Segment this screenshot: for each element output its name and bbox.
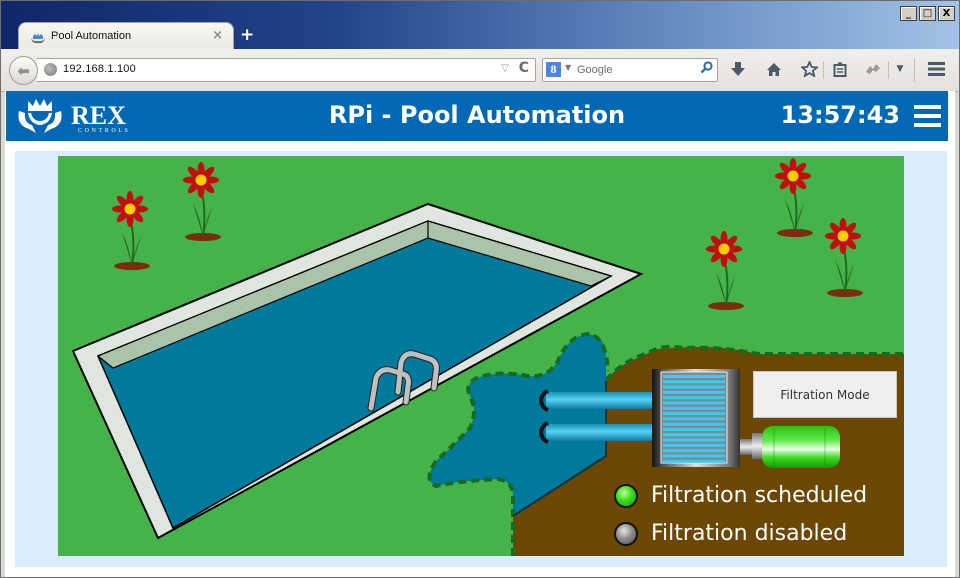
- toolbar-separator: [888, 61, 889, 79]
- filter-slat: [663, 433, 725, 437]
- home-icon[interactable]: [764, 59, 784, 79]
- minimize-button[interactable]: _: [900, 6, 917, 21]
- filter-slat: [663, 428, 725, 431]
- url-dropdown-icon[interactable]: ▽: [501, 63, 509, 74]
- overflow-dropdown-icon[interactable]: ▼: [894, 59, 906, 79]
- extension-icon[interactable]: [863, 59, 883, 79]
- filter-slat: [663, 406, 725, 410]
- maximize-button[interactable]: □: [919, 6, 936, 21]
- window-controls: _ □ X: [900, 6, 955, 21]
- status-led-on-icon: [614, 483, 638, 508]
- filter-slat: [663, 417, 725, 421]
- filter-slat: [663, 375, 725, 378]
- new-tab-button[interactable]: +: [240, 25, 254, 45]
- sand-filter: [652, 369, 740, 467]
- filter-slat: [663, 454, 725, 458]
- filter-slat: [663, 390, 725, 394]
- filter-slat: [663, 422, 725, 426]
- web-app: REX CONTROLS RPi - Pool Automation 13:57…: [5, 91, 955, 577]
- reading-list-icon[interactable]: [831, 59, 849, 79]
- status-filtration-disabled: Filtration disabled: [614, 521, 847, 546]
- filter-slat: [663, 459, 725, 463]
- search-engine-icon[interactable]: 8: [546, 62, 561, 77]
- tab-title: Pool Automation: [51, 30, 132, 42]
- content-panel: Filtration Mode Filtration scheduled Fil…: [15, 151, 947, 567]
- pool-scene: Filtration Mode Filtration scheduled Fil…: [58, 156, 904, 556]
- back-button[interactable]: ⬅: [9, 56, 38, 85]
- search-bar[interactable]: 8 ▼ Google: [542, 58, 718, 82]
- filter-slat: [663, 396, 725, 400]
- search-go-icon[interactable]: [700, 61, 713, 78]
- filter-slat: [663, 385, 725, 389]
- search-input[interactable]: Google: [577, 64, 612, 76]
- status-label: Filtration disabled: [651, 521, 848, 546]
- status-filtration-scheduled: Filtration scheduled: [614, 483, 867, 508]
- clock: 13:57:43: [780, 101, 900, 129]
- toolbar-separator: [914, 58, 915, 82]
- toolbar-separator: [823, 61, 824, 79]
- tab-pool-automation[interactable]: Pool Automation ×: [18, 22, 234, 50]
- rex-favicon-icon: [30, 30, 46, 49]
- close-tab-icon[interactable]: ×: [212, 28, 223, 43]
- status-led-off-icon: [614, 521, 638, 546]
- browser-window: _ □ X Pool Automation × + 192.168.1.100 …: [0, 0, 960, 578]
- downloads-icon[interactable]: [729, 59, 747, 79]
- close-window-button[interactable]: X: [938, 6, 955, 21]
- filter-slat: [663, 412, 725, 416]
- url-input[interactable]: 192.168.1.100: [63, 63, 136, 75]
- url-bar[interactable]: 192.168.1.100 ▽ C: [37, 58, 536, 82]
- title-bar: _ □ X Pool Automation × +: [1, 1, 959, 50]
- bookmark-star-icon[interactable]: [799, 59, 819, 79]
- filtration-mode-button[interactable]: Filtration Mode: [753, 371, 897, 418]
- filter-slat: [663, 380, 725, 384]
- filter-slat: [663, 401, 725, 405]
- navigation-toolbar: 192.168.1.100 ▽ C ⬅ 8 ▼ Google ▼: [1, 49, 959, 92]
- reload-icon[interactable]: C: [519, 60, 529, 76]
- globe-icon: [44, 63, 57, 76]
- hamburger-menu-button[interactable]: [914, 105, 941, 127]
- app-header: REX CONTROLS RPi - Pool Automation 13:57…: [6, 91, 948, 141]
- filter-slat: [663, 449, 725, 453]
- search-engine-dropdown-icon[interactable]: ▼: [565, 63, 571, 72]
- filter-slat: [663, 438, 725, 442]
- back-arrow-icon: ⬅: [17, 61, 30, 80]
- menu-icon[interactable]: [926, 59, 946, 79]
- filter-slat: [663, 443, 725, 447]
- status-label: Filtration scheduled: [651, 483, 868, 508]
